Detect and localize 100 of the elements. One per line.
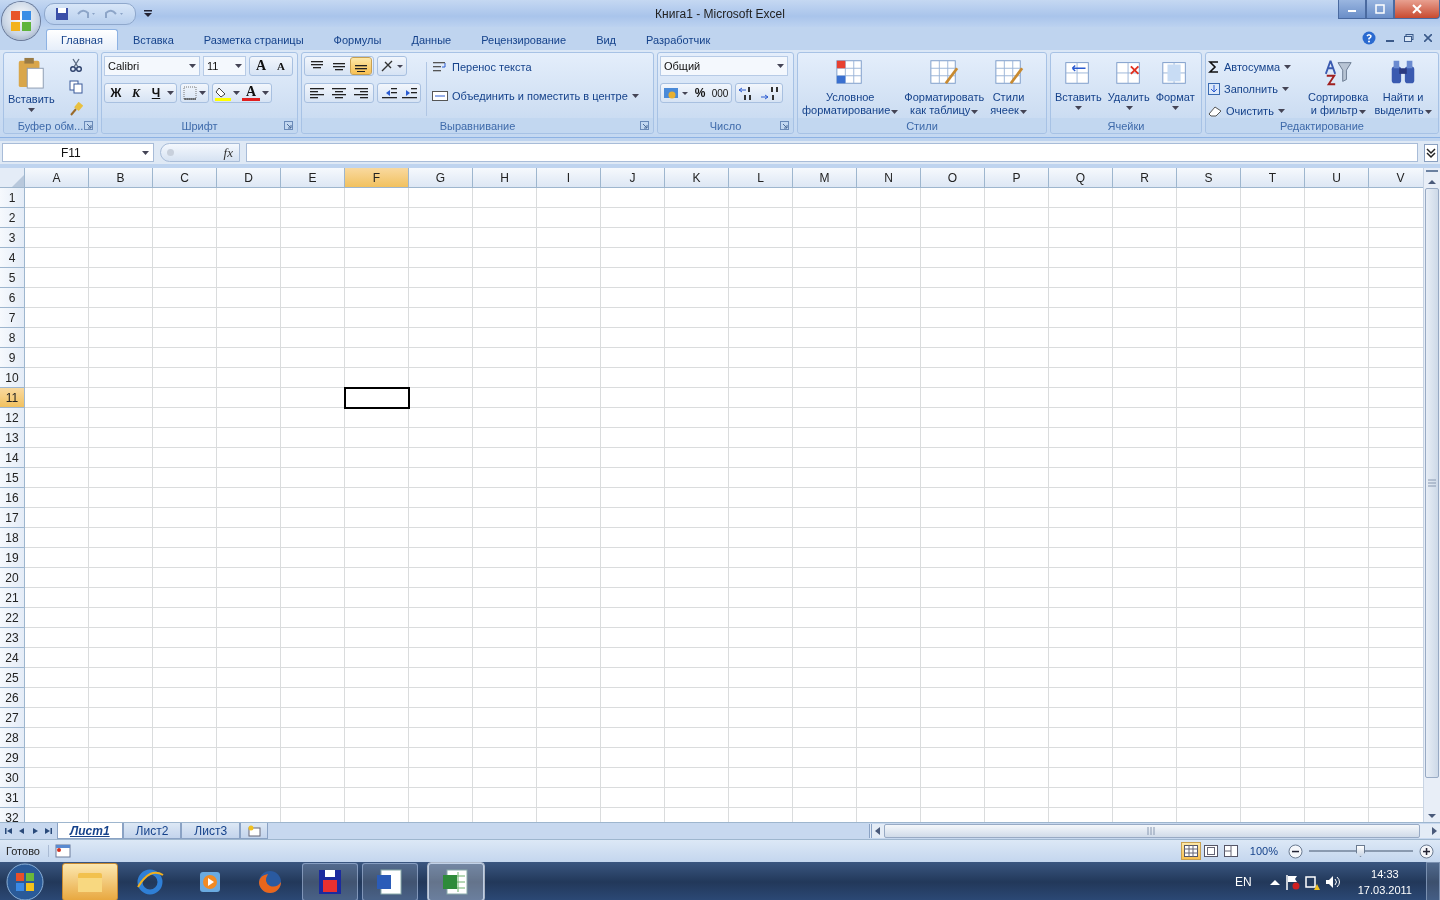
row-header[interactable]: 6 [0,288,25,308]
column-header[interactable]: D [217,168,281,188]
ribbon-tab[interactable]: Вставка [117,29,189,50]
column-header[interactable]: B [89,168,153,188]
ribbon-tab[interactable]: Разработчик [631,29,726,50]
restore-icon[interactable] [1404,34,1414,42]
dropdown-caret-icon[interactable] [1424,109,1432,114]
row-header[interactable]: 24 [0,648,25,668]
dropdown-caret-icon[interactable] [1358,109,1366,114]
editing-button[interactable]: Найти и выделить [1372,56,1434,118]
zoom-in-icon[interactable] [1419,843,1434,859]
edit-command[interactable]: Очистить [1208,100,1304,122]
sheet-tab[interactable]: Лист1 [57,823,123,839]
row-header[interactable]: 30 [0,768,25,788]
view-button[interactable] [1181,843,1200,859]
column-header[interactable]: S [1177,168,1241,188]
row-header[interactable]: 31 [0,788,25,808]
percent-button[interactable]: % [691,86,709,100]
macro-record-icon[interactable] [54,844,71,858]
edit-command[interactable]: Заполнить [1208,78,1304,100]
cells-button[interactable]: Формат [1153,56,1197,111]
column-header[interactable]: T [1241,168,1305,188]
column-header[interactable]: N [857,168,921,188]
zoom-level[interactable]: 100% [1245,845,1282,857]
expand-icon[interactable] [1424,143,1438,162]
first-sheet-icon[interactable] [4,826,14,836]
borders-icon[interactable] [183,86,197,100]
sheet-tab[interactable]: Лист2 [122,823,182,839]
font-size-field[interactable]: 11 [203,56,246,76]
view-button[interactable] [1201,843,1220,859]
dropdown-caret-icon[interactable] [1284,65,1292,69]
column-header[interactable]: P [985,168,1049,188]
column-header[interactable]: G [409,168,473,188]
vertical-scrollbar[interactable] [1423,168,1440,822]
clock[interactable]: 14:33 17.03.2011 [1357,866,1412,898]
network-warning-icon[interactable] [1303,874,1320,890]
dialog-launcher-icon[interactable] [640,121,649,130]
column-header[interactable]: F [345,168,409,188]
ribbon-tab[interactable]: Главная [46,29,118,50]
edit-command[interactable]: Автосумма [1208,56,1304,78]
row-header[interactable]: 19 [0,548,25,568]
dropdown-caret-icon[interactable] [1172,106,1180,110]
brush-icon[interactable] [68,102,83,116]
shrink-font-button[interactable]: A [272,60,290,72]
row-header[interactable]: 29 [0,748,25,768]
thousands-button[interactable]: 000 [711,87,729,99]
style-button[interactable]: Условное форматирование [800,56,901,118]
dropdown-caret-icon[interactable] [1019,109,1027,114]
dropdown-caret-icon[interactable] [189,64,196,68]
flag-icon[interactable] [1283,874,1300,890]
minimize-button[interactable] [1338,0,1366,19]
font-name-field[interactable]: Calibri [104,56,200,76]
next-sheet-icon[interactable] [30,826,40,836]
row-header[interactable]: 25 [0,668,25,688]
font-color-button[interactable]: A [242,85,260,101]
ribbon-tab[interactable]: Формулы [318,29,397,50]
bold-button[interactable]: Ж [107,86,125,100]
view-button[interactable] [1221,843,1240,859]
number-format-field[interactable]: Общий [660,56,788,76]
style-button[interactable]: Стили ячеек [988,56,1029,118]
dropdown-caret-icon[interactable] [167,91,174,95]
decrease-indent-icon[interactable] [380,86,398,100]
dropdown-caret-icon[interactable] [235,64,242,68]
column-header[interactable]: M [793,168,857,188]
vertical-align-button[interactable] [351,58,371,74]
dropdown-caret-icon[interactable] [777,64,784,68]
row-header[interactable]: 1 [0,188,25,208]
ribbon-tab[interactable]: Данные [396,29,467,50]
dropdown-caret-icon[interactable] [891,109,899,114]
paint-bucket-icon[interactable] [215,85,231,101]
dropdown-caret-icon[interactable] [262,91,269,95]
paste-button[interactable]: Вставить [6,56,57,113]
save-icon[interactable] [55,6,69,21]
column-header[interactable]: V [1369,168,1423,188]
office-button[interactable] [2,2,40,40]
scroll-thumb[interactable] [1425,188,1439,778]
align-icon[interactable] [329,86,349,100]
row-header[interactable]: 21 [0,588,25,608]
grow-font-button[interactable]: A [252,58,270,74]
dropdown-caret-icon[interactable] [1277,109,1285,113]
row-header[interactable]: 4 [0,248,25,268]
dropdown-caret-icon[interactable] [1125,106,1133,110]
increase-indent-icon[interactable] [400,86,418,100]
zoom-out-icon[interactable] [1288,843,1303,859]
previous-sheet-icon[interactable] [17,826,27,836]
column-header[interactable]: E [281,168,345,188]
column-header[interactable]: H [473,168,537,188]
row-header[interactable]: 14 [0,448,25,468]
last-sheet-icon[interactable] [43,826,53,836]
scissors-icon[interactable] [68,58,83,72]
dialog-launcher-icon[interactable] [780,121,789,130]
column-header[interactable]: K [665,168,729,188]
row-header[interactable]: 2 [0,208,25,228]
row-header[interactable]: 16 [0,488,25,508]
italic-button[interactable]: К [127,85,145,101]
row-header[interactable]: 13 [0,428,25,448]
row-header[interactable]: 20 [0,568,25,588]
row-header[interactable]: 11 [0,388,25,408]
row-header[interactable]: 5 [0,268,25,288]
row-header[interactable]: 3 [0,228,25,248]
